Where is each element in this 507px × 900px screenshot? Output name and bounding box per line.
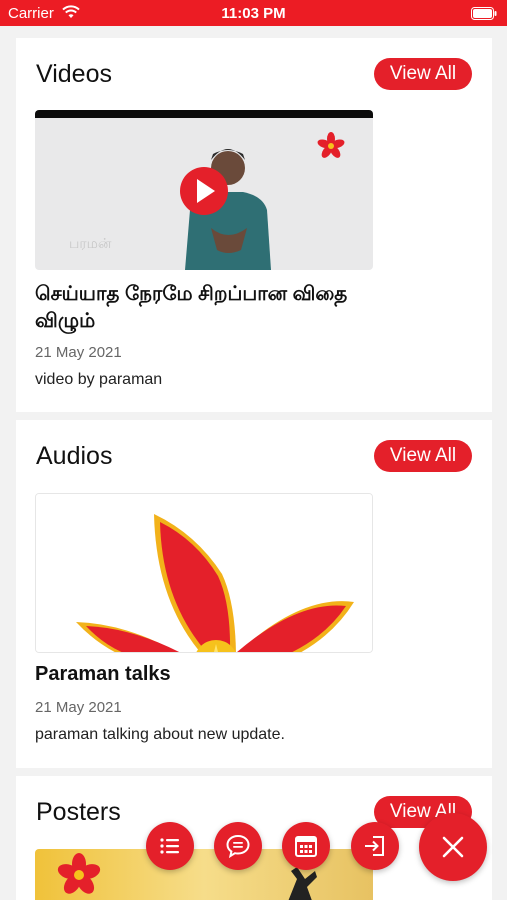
app-screen: Carrier 11:03 PM Videos View All பரமன் ச… <box>0 0 507 900</box>
audios-title: Audios <box>36 442 113 470</box>
video-thumbnail-image: பரமன் <box>35 110 373 270</box>
audios-section: Audios View All Paraman talks 21 May 202… <box>16 420 492 768</box>
battery-icon <box>471 7 497 20</box>
fab-chat-button[interactable] <box>214 822 262 870</box>
fab-login-button[interactable] <box>351 822 399 870</box>
chat-icon <box>226 834 250 859</box>
videos-view-all-button[interactable]: View All <box>374 58 472 90</box>
videos-section: Videos View All பரமன் செய்யாத நேரமே சிறப… <box>16 38 492 412</box>
audio-item-date: 21 May 2021 <box>35 699 122 716</box>
video-thumbnail[interactable]: பரமன் <box>35 110 373 270</box>
fab-list-button[interactable] <box>146 822 194 870</box>
audio-thumbnail[interactable] <box>35 493 373 653</box>
fab-close-button[interactable] <box>419 813 487 881</box>
calendar-icon <box>295 836 317 857</box>
audio-item-title[interactable]: Paraman talks <box>35 661 395 688</box>
login-icon <box>365 836 384 856</box>
list-icon <box>160 838 179 854</box>
play-icon[interactable] <box>180 167 228 215</box>
fab-calendar-button[interactable] <box>282 822 330 870</box>
flower-logo-icon <box>36 494 372 652</box>
status-bar: Carrier 11:03 PM <box>0 0 507 26</box>
video-item-title[interactable]: செய்யாத நேரமே சிறப்பான விதை விழும் <box>35 281 395 335</box>
audios-view-all-button[interactable]: View All <box>374 440 472 472</box>
video-item-description: video by paraman <box>35 371 163 388</box>
videos-title: Videos <box>36 60 112 88</box>
video-item-date: 21 May 2021 <box>35 344 122 361</box>
posters-title: Posters <box>36 798 121 826</box>
close-icon <box>442 836 464 858</box>
status-time: 11:03 PM <box>221 5 286 22</box>
audio-item-description: paraman talking about new update. <box>35 726 285 743</box>
thumbnail-watermark: பரமன் <box>69 236 112 252</box>
